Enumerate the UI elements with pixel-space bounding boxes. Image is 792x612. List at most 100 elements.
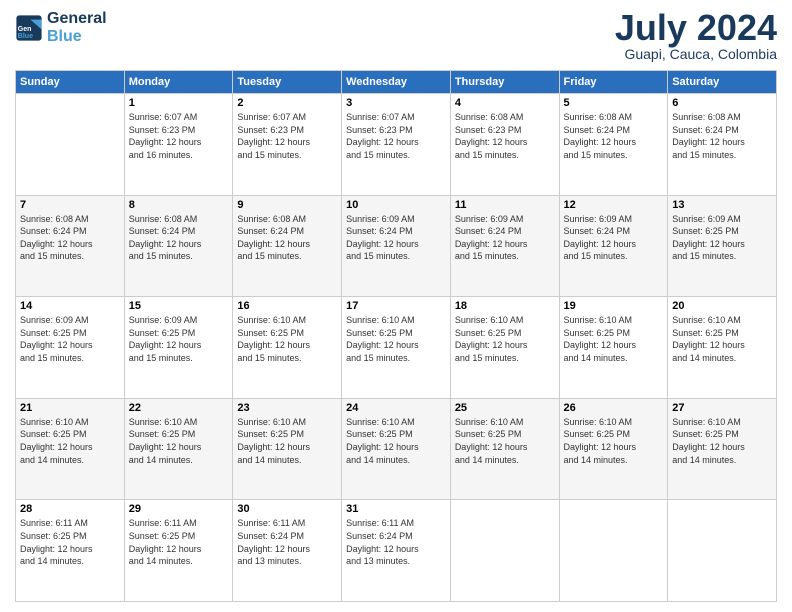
calendar-cell: 5Sunrise: 6:08 AM Sunset: 6:24 PM Daylig… (559, 94, 668, 196)
weekday-header-monday: Monday (124, 71, 233, 94)
calendar-cell: 27 Sunrise: 6:10 AM Sunset: 6:25 PM Dayli… (668, 398, 777, 500)
day-info: Sunrise: 6:09 AM Sunset: 6:25 PM Dayligh… (129, 314, 229, 364)
day-info: Sunrise: 6:10 AM Sunset: 6:25 PM Dayligh… (129, 416, 229, 466)
calendar-cell: 20 Sunrise: 6:10 AM Sunset: 6:25 PM Dayli… (668, 297, 777, 399)
calendar-cell: 25Sunrise: 6:10 AM Sunset: 6:25 PM Dayli… (450, 398, 559, 500)
day-info: Sunrise: 6:11 AM Sunset: 6:25 PM Dayligh… (20, 517, 120, 567)
day-info: Sunrise: 6:08 AM Sunset: 6:24 PM Dayligh… (237, 213, 337, 263)
day-info: Sunrise: 6:08 AM Sunset: 6:24 PM Dayligh… (129, 213, 229, 263)
calendar-cell: 4 Sunrise: 6:08 AM Sunset: 6:23 PM Daylig… (450, 94, 559, 196)
day-info: Sunrise: 6:10 AM Sunset: 6:25 PM Dayligh… (455, 416, 555, 466)
calendar-table: SundayMondayTuesdayWednesdayThursdayFrid… (15, 70, 777, 602)
weekday-header-row: SundayMondayTuesdayWednesdayThursdayFrid… (16, 71, 777, 94)
calendar-cell: 1 Sunrise: 6:07 AM Sunset: 6:23 PM Daylig… (124, 94, 233, 196)
week-row-3: 14 Sunrise: 6:09 AM Sunset: 6:25 PM Dayli… (16, 297, 777, 399)
calendar-cell: 19 Sunrise: 6:10 AM Sunset: 6:25 PM Dayli… (559, 297, 668, 399)
day-number: 23 (237, 402, 337, 414)
calendar-cell: 22 Sunrise: 6:10 AM Sunset: 6:25 PM Dayli… (124, 398, 233, 500)
day-info: Sunrise: 6:10 AM Sunset: 6:25 PM Dayligh… (564, 314, 664, 364)
calendar-cell: 10Sunrise: 6:09 AM Sunset: 6:24 PM Dayli… (342, 195, 451, 297)
day-number: 4 (455, 97, 555, 109)
day-number: 18 (455, 300, 555, 312)
day-info: Sunrise: 6:07 AM Sunset: 6:23 PM Dayligh… (346, 111, 446, 161)
day-number: 11 (455, 199, 555, 211)
day-number: 1 (129, 97, 229, 109)
calendar-cell: 13Sunrise: 6:09 AM Sunset: 6:25 PM Dayli… (668, 195, 777, 297)
day-number: 14 (20, 300, 120, 312)
calendar-cell (559, 500, 668, 602)
day-info: Sunrise: 6:08 AM Sunset: 6:24 PM Dayligh… (564, 111, 664, 161)
day-info: Sunrise: 6:11 AM Sunset: 6:24 PM Dayligh… (346, 517, 446, 567)
calendar-cell (450, 500, 559, 602)
day-info: Sunrise: 6:07 AM Sunset: 6:23 PM Dayligh… (237, 111, 337, 161)
calendar-cell: 18 Sunrise: 6:10 AM Sunset: 6:25 PM Dayli… (450, 297, 559, 399)
weekday-header-thursday: Thursday (450, 71, 559, 94)
day-info: Sunrise: 6:07 AM Sunset: 6:23 PM Dayligh… (129, 111, 229, 161)
day-number: 31 (346, 503, 446, 515)
day-info: Sunrise: 6:11 AM Sunset: 6:25 PM Dayligh… (129, 517, 229, 567)
calendar-cell: 26Sunrise: 6:10 AM Sunset: 6:25 PM Dayli… (559, 398, 668, 500)
week-row-5: 28 Sunrise: 6:11 AM Sunset: 6:25 PM Dayli… (16, 500, 777, 602)
title-block: July 2024 Guapi, Cauca, Colombia (615, 10, 777, 62)
day-number: 22 (129, 402, 229, 414)
calendar-cell: 9 Sunrise: 6:08 AM Sunset: 6:24 PM Daylig… (233, 195, 342, 297)
logo-text: General Blue (47, 10, 107, 45)
day-info: Sunrise: 6:08 AM Sunset: 6:24 PM Dayligh… (672, 111, 772, 161)
day-number: 10 (346, 199, 446, 211)
calendar-page: Gen Blue General Blue July 2024 Guapi, C… (0, 0, 792, 612)
calendar-cell: 2Sunrise: 6:07 AM Sunset: 6:23 PM Daylig… (233, 94, 342, 196)
day-info: Sunrise: 6:10 AM Sunset: 6:25 PM Dayligh… (237, 416, 337, 466)
day-number: 8 (129, 199, 229, 211)
calendar-cell: 16Sunrise: 6:10 AM Sunset: 6:25 PM Dayli… (233, 297, 342, 399)
calendar-cell: 28 Sunrise: 6:11 AM Sunset: 6:25 PM Dayli… (16, 500, 125, 602)
header: Gen Blue General Blue July 2024 Guapi, C… (15, 10, 777, 62)
day-info: Sunrise: 6:10 AM Sunset: 6:25 PM Dayligh… (346, 314, 446, 364)
day-number: 7 (20, 199, 120, 211)
weekday-header-saturday: Saturday (668, 71, 777, 94)
logo: Gen Blue General Blue (15, 10, 107, 45)
weekday-header-tuesday: Tuesday (233, 71, 342, 94)
day-number: 19 (564, 300, 664, 312)
calendar-cell: 24Sunrise: 6:10 AM Sunset: 6:25 PM Dayli… (342, 398, 451, 500)
month-title: July 2024 (615, 10, 777, 46)
calendar-cell: 11Sunrise: 6:09 AM Sunset: 6:24 PM Dayli… (450, 195, 559, 297)
calendar-cell: 3 Sunrise: 6:07 AM Sunset: 6:23 PM Daylig… (342, 94, 451, 196)
day-info: Sunrise: 6:08 AM Sunset: 6:23 PM Dayligh… (455, 111, 555, 161)
svg-text:Gen: Gen (18, 25, 32, 32)
day-info: Sunrise: 6:11 AM Sunset: 6:24 PM Dayligh… (237, 517, 337, 567)
calendar-cell (668, 500, 777, 602)
weekday-header-friday: Friday (559, 71, 668, 94)
calendar-cell: 8 Sunrise: 6:08 AM Sunset: 6:24 PM Daylig… (124, 195, 233, 297)
calendar-cell: 6 Sunrise: 6:08 AM Sunset: 6:24 PM Daylig… (668, 94, 777, 196)
logo-icon: Gen Blue (15, 14, 43, 42)
day-number: 28 (20, 503, 120, 515)
calendar-cell: 29 Sunrise: 6:11 AM Sunset: 6:25 PM Dayli… (124, 500, 233, 602)
day-number: 29 (129, 503, 229, 515)
calendar-cell: 17Sunrise: 6:10 AM Sunset: 6:25 PM Dayli… (342, 297, 451, 399)
week-row-4: 21Sunrise: 6:10 AM Sunset: 6:25 PM Dayli… (16, 398, 777, 500)
calendar-cell: 31 Sunrise: 6:11 AM Sunset: 6:24 PM Dayli… (342, 500, 451, 602)
day-number: 6 (672, 97, 772, 109)
day-number: 20 (672, 300, 772, 312)
day-number: 24 (346, 402, 446, 414)
day-info: Sunrise: 6:10 AM Sunset: 6:25 PM Dayligh… (672, 314, 772, 364)
calendar-cell: 12Sunrise: 6:09 AM Sunset: 6:24 PM Dayli… (559, 195, 668, 297)
day-number: 27 (672, 402, 772, 414)
day-number: 16 (237, 300, 337, 312)
day-info: Sunrise: 6:09 AM Sunset: 6:25 PM Dayligh… (672, 213, 772, 263)
calendar-cell: 23 Sunrise: 6:10 AM Sunset: 6:25 PM Dayli… (233, 398, 342, 500)
location-subtitle: Guapi, Cauca, Colombia (615, 46, 777, 62)
day-info: Sunrise: 6:08 AM Sunset: 6:24 PM Dayligh… (20, 213, 120, 263)
day-info: Sunrise: 6:10 AM Sunset: 6:25 PM Dayligh… (564, 416, 664, 466)
calendar-cell: 14Sunrise: 6:09 AM Sunset: 6:25 PM Dayli… (16, 297, 125, 399)
day-info: Sunrise: 6:10 AM Sunset: 6:25 PM Dayligh… (672, 416, 772, 466)
week-row-2: 7 Sunrise: 6:08 AM Sunset: 6:24 PM Daylig… (16, 195, 777, 297)
day-info: Sunrise: 6:10 AM Sunset: 6:25 PM Dayligh… (20, 416, 120, 466)
day-number: 3 (346, 97, 446, 109)
day-number: 9 (237, 199, 337, 211)
day-number: 12 (564, 199, 664, 211)
calendar-cell: 30Sunrise: 6:11 AM Sunset: 6:24 PM Dayli… (233, 500, 342, 602)
day-info: Sunrise: 6:10 AM Sunset: 6:25 PM Dayligh… (455, 314, 555, 364)
calendar-cell (16, 94, 125, 196)
day-number: 15 (129, 300, 229, 312)
